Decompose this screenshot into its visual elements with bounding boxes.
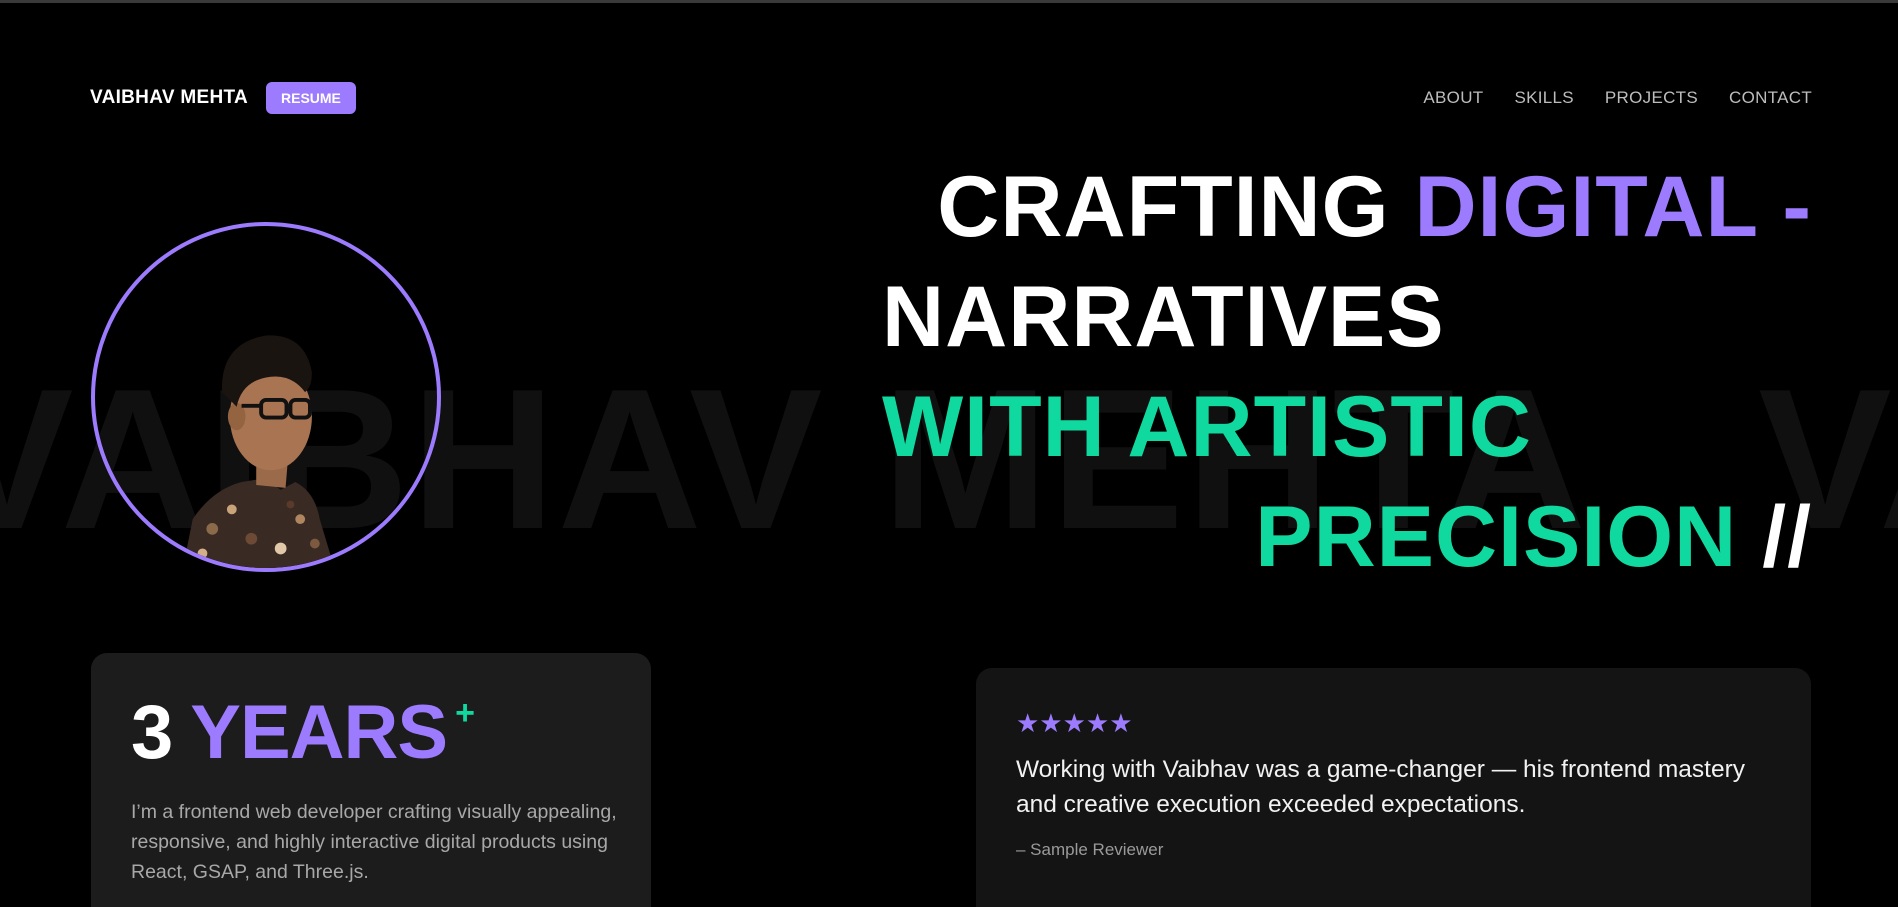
hero-word-digital: DIGITAL - xyxy=(1414,159,1812,255)
nav-link-projects[interactable]: PROJECTS xyxy=(1605,88,1698,108)
nav-link-skills[interactable]: SKILLS xyxy=(1514,88,1573,108)
hero-line-1: CRAFTING DIGITAL - xyxy=(882,152,1812,262)
nav-link-about[interactable]: ABOUT xyxy=(1423,88,1483,108)
site-header: VAIBHAV MEHTA RESUME ABOUT SKILLS PROJEC… xyxy=(90,82,1812,114)
profile-photo xyxy=(182,335,335,568)
brand-logo[interactable]: VAIBHAV MEHTA xyxy=(90,87,248,109)
hero-line-2: NARRATIVES xyxy=(882,262,1812,372)
hero-title: CRAFTING DIGITAL - NARRATIVES WITH ARTIS… xyxy=(882,152,1812,592)
experience-description: I’m a frontend web developer crafting vi… xyxy=(131,801,617,883)
main-nav: ABOUT SKILLS PROJECTS CONTACT xyxy=(1423,88,1812,108)
hero-word-crafting: CRAFTING xyxy=(937,159,1390,255)
hero-line-3: WITH ARTISTIC xyxy=(882,372,1812,482)
page: VAIBHAV MEHTAVAIBHAV VAIBHAV MEHTA RESUM… xyxy=(0,0,1898,907)
profile-avatar xyxy=(91,222,441,572)
experience-card: 3 YEARS + I’m a frontend web developer c… xyxy=(91,653,651,907)
hero-word-with-artistic: WITH ARTISTIC xyxy=(882,379,1532,475)
nav-link-contact[interactable]: CONTACT xyxy=(1729,88,1812,108)
hero-line-4: PRECISION // xyxy=(882,482,1812,592)
hero-slashes: // xyxy=(1762,489,1812,585)
hero-word-narratives: NARRATIVES xyxy=(882,269,1445,365)
experience-plus: + xyxy=(455,694,475,732)
experience-heading: 3 YEARS + xyxy=(131,693,611,773)
testimonial-reviewer: – Sample Reviewer xyxy=(1016,840,1164,859)
experience-number: 3 xyxy=(131,690,173,775)
testimonial-quote: Working with Vaibhav was a game-changer … xyxy=(1016,756,1745,818)
hero-word-precision: PRECISION xyxy=(1255,489,1738,585)
resume-button[interactable]: RESUME xyxy=(266,82,356,114)
window-top-border xyxy=(0,0,1898,3)
experience-unit: YEARS xyxy=(190,690,448,775)
star-rating-icon: ★★★★★ xyxy=(1016,708,1133,738)
testimonial-card: ★★★★★ Working with Vaibhav was a game-ch… xyxy=(976,668,1811,907)
